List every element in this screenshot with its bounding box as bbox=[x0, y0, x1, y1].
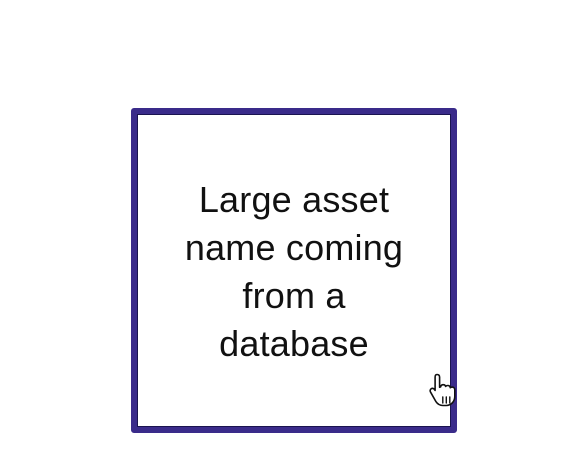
asset-card[interactable]: Large asset name coming from a database bbox=[131, 108, 457, 433]
asset-name-line: database bbox=[219, 323, 369, 364]
asset-name-line: name coming bbox=[184, 227, 404, 268]
asset-name-line: Large asset bbox=[198, 179, 390, 220]
asset-name: Large asset name coming from a database bbox=[147, 176, 441, 368]
asset-name-line: from a bbox=[242, 275, 346, 316]
